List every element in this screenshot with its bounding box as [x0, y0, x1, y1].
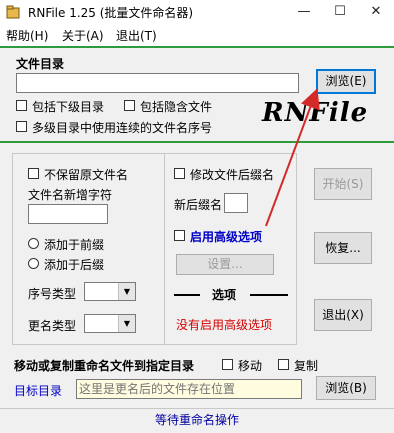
include-hidden-checkbox[interactable] — [124, 100, 135, 111]
menu-about[interactable]: 关于(A) — [62, 27, 104, 44]
mid-divider — [0, 141, 394, 143]
menu-exit[interactable]: 退出(T) — [116, 27, 157, 44]
dir-label: 文件目录 — [16, 57, 65, 71]
prefix-radio[interactable] — [28, 238, 39, 249]
minimize-button[interactable]: — — [286, 0, 322, 24]
suffix-label: 添加于后缀 — [44, 258, 105, 272]
continuous-seq-label: 多级目录中使用连续的文件名序号 — [32, 121, 213, 135]
target-label: 目标目录 — [14, 384, 63, 398]
copy-checkbox[interactable] — [278, 359, 289, 370]
restore-button[interactable]: 恢复... — [314, 232, 372, 264]
top-divider — [0, 46, 394, 48]
options-status: 没有启用高级选项 — [176, 318, 273, 332]
target-browse-button[interactable]: 浏览(B) — [316, 376, 376, 400]
include-subdirs-checkbox[interactable] — [16, 100, 27, 111]
target-dir-input[interactable] — [76, 379, 302, 399]
options-rule-right — [250, 294, 288, 296]
maximize-icon: ☐ — [334, 4, 346, 19]
seq-type-label: 序号类型 — [28, 287, 77, 301]
modify-ext-checkbox[interactable] — [174, 168, 185, 179]
exit-button[interactable]: 退出(X) — [314, 299, 372, 331]
menu-help[interactable]: 帮助(H) — [6, 27, 48, 44]
suffix-radio[interactable] — [28, 258, 39, 269]
start-button[interactable]: 开始(S) — [314, 168, 372, 200]
rename-type-label: 更名类型 — [28, 319, 77, 333]
move-title: 移动或复制重命名文件到指定目录 — [14, 359, 195, 373]
keep-name-checkbox[interactable] — [28, 168, 39, 179]
seq-type-select[interactable]: ▼ — [84, 282, 136, 301]
maximize-button[interactable]: ☐ — [322, 0, 358, 24]
status-bar: 等待重命名操作 — [0, 408, 394, 433]
title-bar: RNFile 1.25 (批量文件命名器) — ☐ ✕ — [0, 0, 394, 24]
include-hidden-label: 包括隐含文件 — [140, 100, 213, 114]
app-icon — [6, 5, 20, 19]
options-rule-left — [174, 294, 200, 296]
new-chars-label: 文件名新增字符 — [28, 188, 113, 202]
keep-name-label: 不保留原文件名 — [44, 168, 129, 182]
window-title: RNFile 1.25 (批量文件命名器) — [28, 6, 194, 20]
close-button[interactable]: ✕ — [358, 0, 394, 24]
settings-button[interactable]: 设置... — [176, 254, 274, 275]
dir-browse-button[interactable]: 浏览(E) — [316, 69, 376, 94]
continuous-seq-checkbox[interactable] — [16, 121, 27, 132]
minimize-icon: — — [297, 4, 311, 19]
new-ext-input[interactable] — [224, 193, 248, 213]
move-label: 移动 — [238, 359, 263, 373]
options-title: 选项 — [212, 288, 237, 302]
new-ext-label: 新后缀名 — [174, 198, 223, 212]
app-logo: RNFile — [262, 98, 369, 128]
status-text: 等待重命名操作 — [154, 413, 239, 427]
menu-bar: 帮助(H) 关于(A) 退出(T) — [0, 24, 394, 46]
copy-label: 复制 — [294, 359, 319, 373]
prefix-label: 添加于前缀 — [44, 238, 105, 252]
close-icon: ✕ — [370, 4, 382, 19]
new-chars-input[interactable] — [28, 204, 108, 224]
advanced-checkbox[interactable] — [174, 230, 185, 241]
chevron-down-icon: ▼ — [118, 283, 135, 300]
modify-ext-label: 修改文件后缀名 — [190, 168, 275, 182]
chevron-down-icon: ▼ — [118, 315, 135, 332]
move-checkbox[interactable] — [222, 359, 233, 370]
group-divider — [164, 153, 165, 345]
include-subdirs-label: 包括下级目录 — [32, 100, 105, 114]
dir-input[interactable] — [16, 73, 299, 93]
advanced-label: 启用高级选项 — [190, 230, 263, 244]
rename-type-select[interactable]: ▼ — [84, 314, 136, 333]
